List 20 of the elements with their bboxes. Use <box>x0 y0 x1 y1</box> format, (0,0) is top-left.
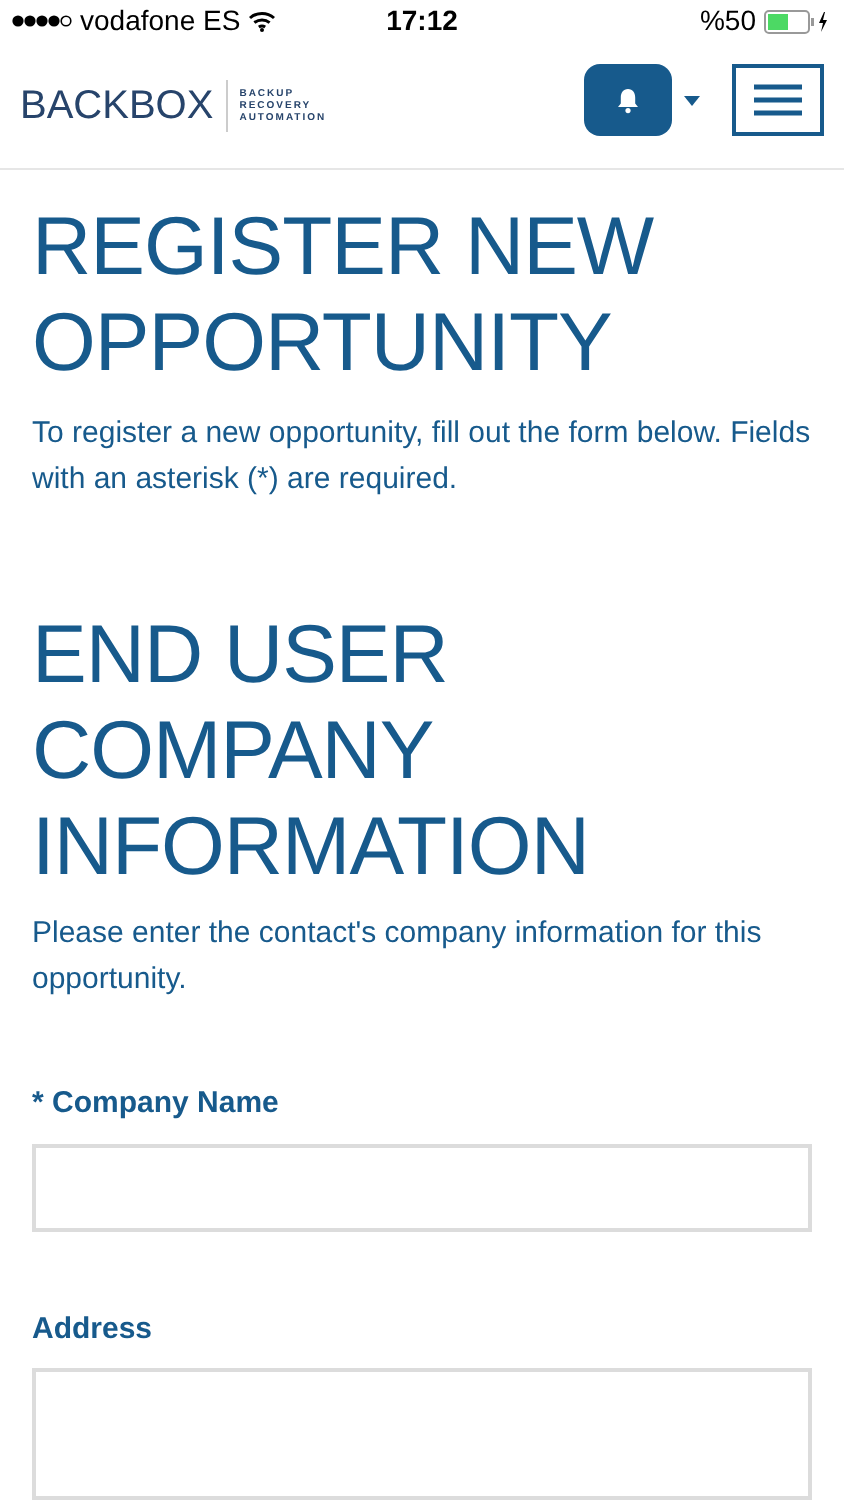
company-name-field[interactable] <box>32 1143 812 1231</box>
intro-text: To register a new opportunity, fill out the form below. Fields with an asterisk (*) are required. <box>32 414 812 500</box>
section-title: END USER COMPANY INFORMATION <box>32 606 591 894</box>
menu-icon <box>754 84 802 116</box>
battery-charging-icon <box>764 9 832 33</box>
clock-time: 17:12 <box>386 2 458 40</box>
signal-icon <box>12 14 72 28</box>
section-description: Please enter the contact's company information for this opportunity. <box>32 914 764 1000</box>
field-label: Address <box>32 1309 155 1349</box>
wifi-icon <box>248 10 277 32</box>
bell-icon <box>616 87 640 113</box>
logo-wordmark: BACKBOX <box>20 82 214 132</box>
field-label: * Company Name <box>32 1084 281 1124</box>
page-title: REGISTER NEW OPPORTUNITY <box>32 198 656 390</box>
battery-percent: %50 <box>699 2 756 40</box>
notifications-button[interactable] <box>584 64 672 136</box>
menu-button[interactable] <box>732 64 824 136</box>
address-field[interactable] <box>32 1368 812 1500</box>
carrier-name: vodafone ES <box>80 2 241 40</box>
caret-icon[interactable] <box>684 96 700 106</box>
